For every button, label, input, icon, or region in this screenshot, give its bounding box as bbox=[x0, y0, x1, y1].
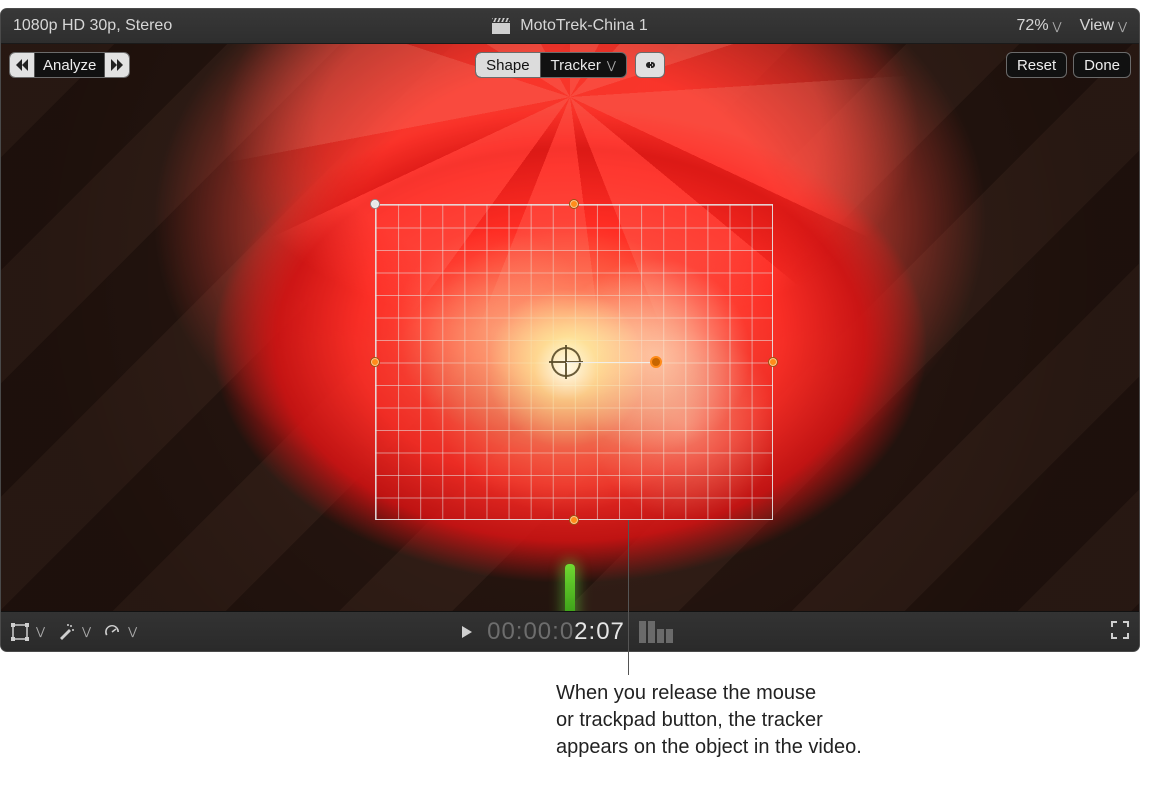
callout-leader-line bbox=[628, 520, 629, 675]
tracker-handle-top[interactable] bbox=[569, 199, 579, 209]
link-toggle-button[interactable] bbox=[635, 52, 665, 78]
tracker-mode-menu[interactable]: Tracker ⋁ bbox=[540, 53, 626, 77]
timecode-dim: 00:00:0 bbox=[487, 618, 574, 645]
view-label: View bbox=[1080, 17, 1114, 34]
viewer-toolbar: ⋁ ⋁ ⋁ 00:00:02:07 bbox=[1, 611, 1139, 651]
chevron-down-icon: ⋁ bbox=[607, 59, 616, 72]
chevron-down-icon: ⋁ bbox=[1053, 21, 1062, 33]
tracker-overlay[interactable] bbox=[375, 204, 773, 520]
mask-mode-group: Shape Tracker ⋁ bbox=[475, 52, 627, 78]
callout-text: When you release the mouse or trackpad b… bbox=[556, 680, 1076, 761]
callout-line2: or trackpad button, the tracker bbox=[556, 709, 823, 731]
tracker-handle-left[interactable] bbox=[370, 357, 380, 367]
tracker-offset-line bbox=[566, 362, 656, 363]
tracker-handle-bottom[interactable] bbox=[569, 515, 579, 525]
editor-window: 1080p HD 30p, Stereo MotoTrek-China 1 72… bbox=[0, 8, 1140, 652]
callout-line3: appears on the object in the video. bbox=[556, 736, 862, 758]
titlebar: 1080p HD 30p, Stereo MotoTrek-China 1 72… bbox=[1, 9, 1139, 44]
shape-mode-button[interactable]: Shape bbox=[476, 53, 539, 77]
timecode-display[interactable]: 00:00:02:07 bbox=[487, 618, 625, 646]
format-info: 1080p HD 30p, Stereo bbox=[13, 17, 172, 35]
tracker-handle-right[interactable] bbox=[768, 357, 778, 367]
audio-meter bbox=[639, 621, 679, 643]
play-icon[interactable] bbox=[461, 625, 473, 639]
tracker-offset-anchor[interactable] bbox=[650, 356, 662, 368]
chevron-down-icon: ⋁ bbox=[1118, 21, 1127, 33]
view-menu[interactable]: View ⋁ bbox=[1080, 17, 1127, 35]
callout-line1: When you release the mouse bbox=[556, 682, 816, 704]
zoom-value: 72% bbox=[1017, 17, 1049, 34]
project-title[interactable]: MotoTrek-China 1 bbox=[520, 17, 647, 35]
viewer-osd: Analyze Shape Tracker⋁ Reset Done bbox=[1, 52, 1139, 78]
clapboard-icon bbox=[492, 18, 510, 34]
viewer-canvas[interactable]: Analyze Shape Tracker⋁ Reset Done bbox=[1, 44, 1139, 611]
zoom-menu[interactable]: 72% ⋁ bbox=[1017, 17, 1062, 35]
tracker-handle-top-left[interactable] bbox=[370, 199, 380, 209]
timecode-bright: 2:07 bbox=[574, 618, 625, 645]
tracker-mode-label: Tracker bbox=[551, 57, 601, 74]
link-icon bbox=[642, 58, 658, 72]
